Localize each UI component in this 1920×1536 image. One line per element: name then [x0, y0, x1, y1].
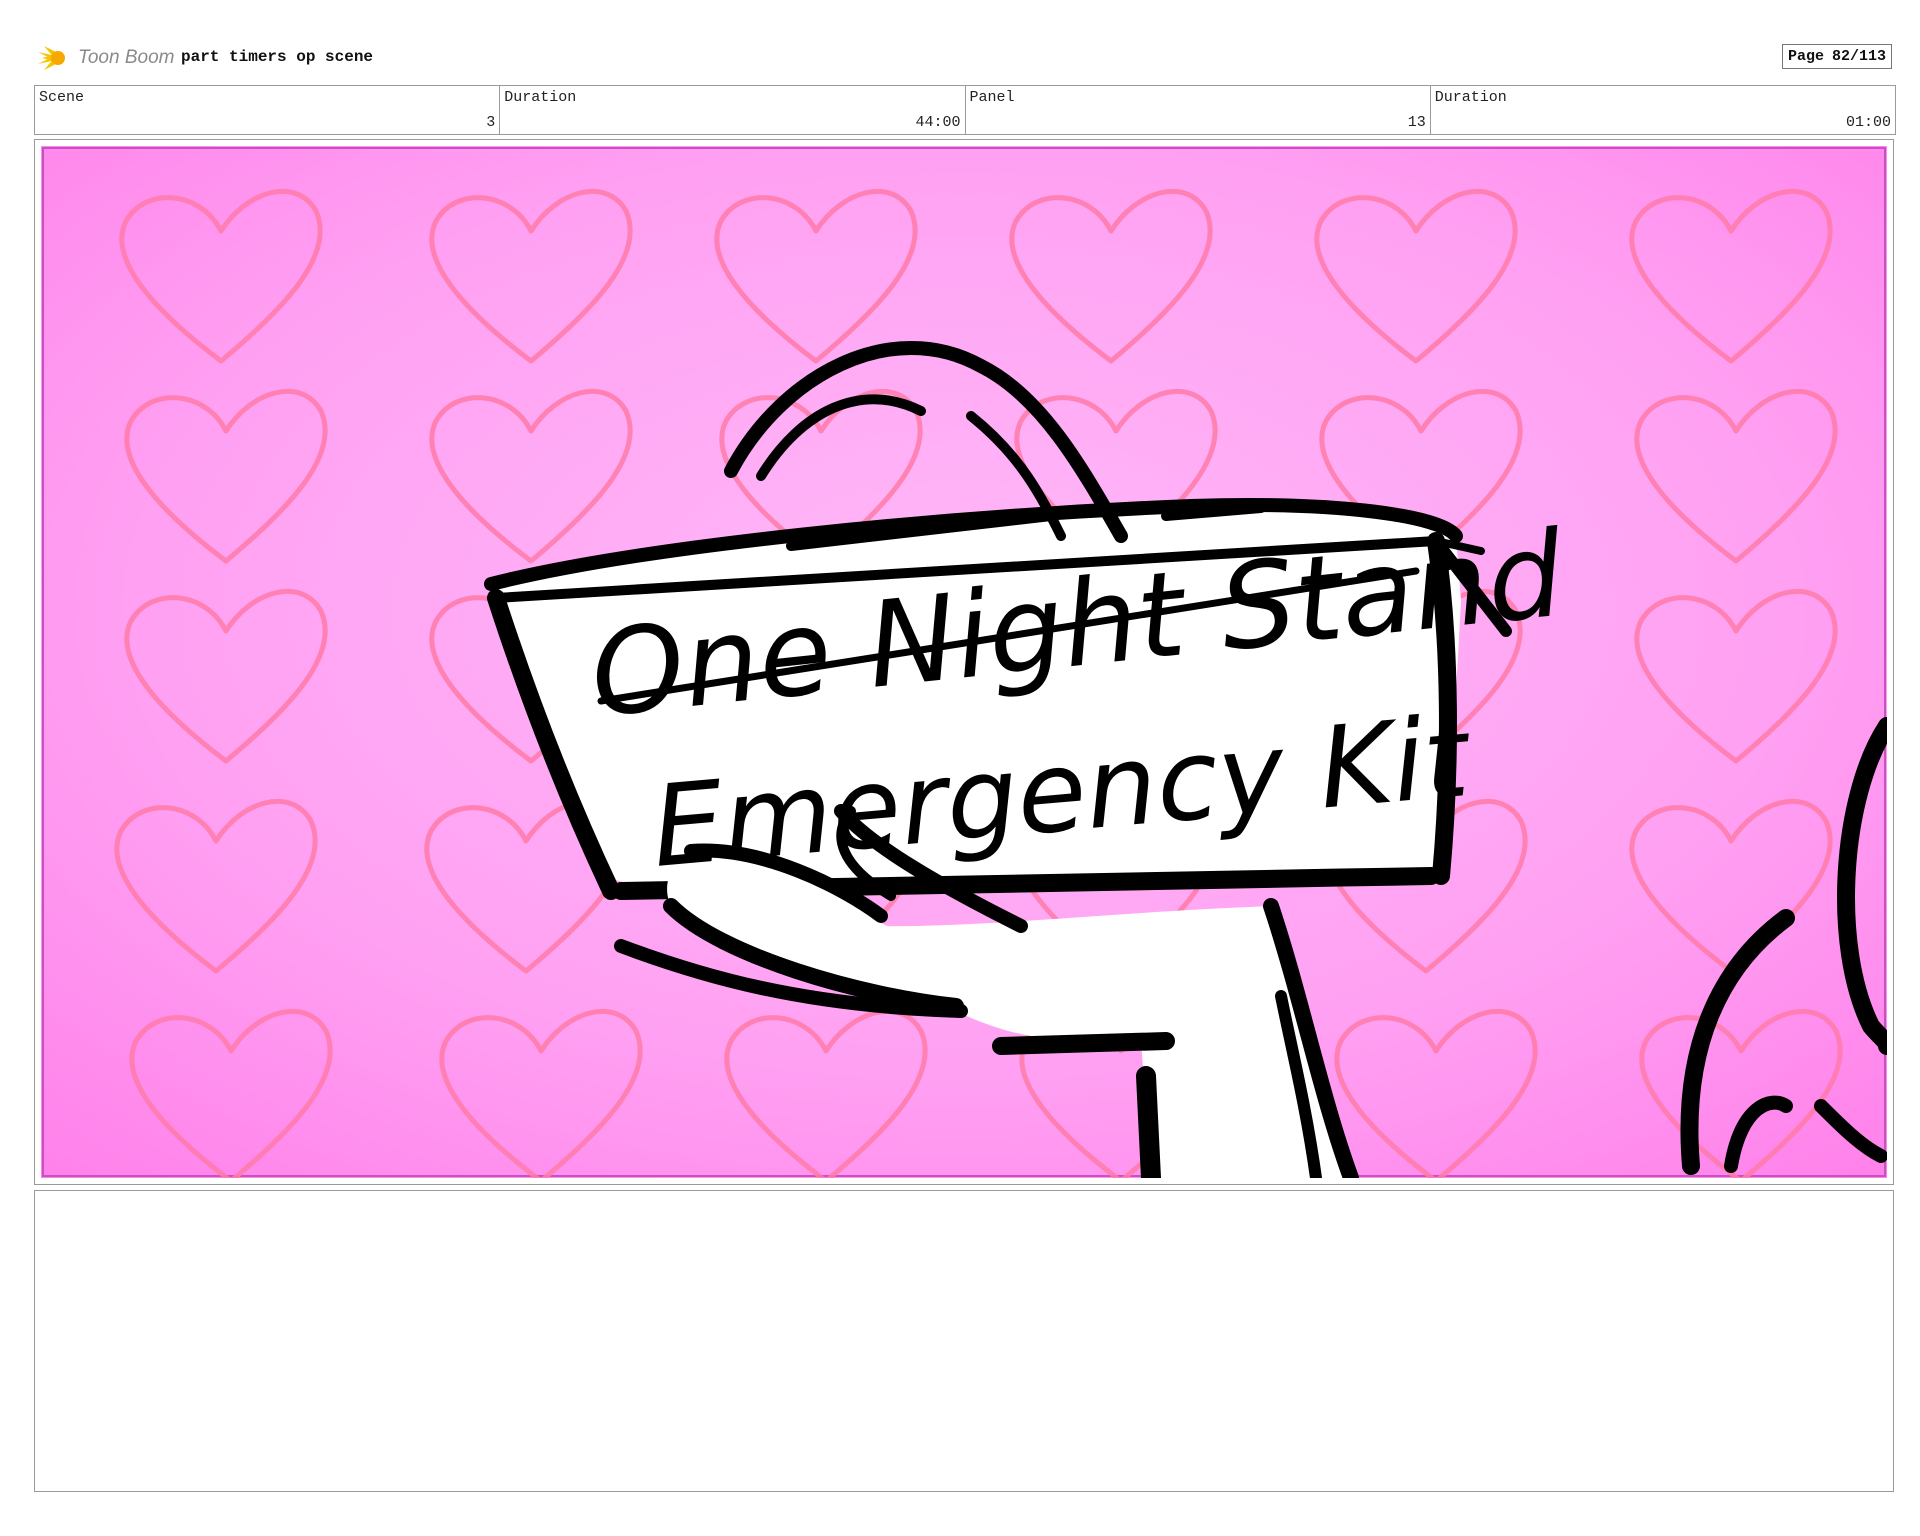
- scene-duration-label: Duration: [504, 89, 577, 106]
- scene-duration-cell: Duration 44:00: [500, 86, 966, 134]
- sun-burst-icon: [38, 46, 65, 70]
- page-indicator: Page 82/113: [1781, 44, 1892, 69]
- panel-drawing: One Night Stand Emergency Kit: [41, 146, 1887, 1178]
- page-label: Page: [1787, 48, 1824, 65]
- panel-duration-value: 01:00: [1845, 114, 1891, 131]
- panel-artwork: One Night Stand Emergency Kit: [41, 146, 1887, 1178]
- panel-duration-label: Duration: [1434, 89, 1507, 106]
- scene-cell: Scene 3: [35, 86, 501, 134]
- panel-info-row: Scene 3 Duration 44:00 Panel 13 Duration…: [34, 85, 1896, 135]
- panel-value: 13: [1407, 114, 1426, 131]
- toon-boom-logo: Toon Boom: [36, 42, 174, 74]
- storyboard-panel: One Night Stand Emergency Kit: [34, 139, 1894, 1185]
- panel-label: Panel: [969, 89, 1015, 106]
- panel-duration-cell: Duration 01:00: [1431, 86, 1895, 134]
- scene-label: Scene: [39, 89, 85, 106]
- scene-duration-value: 44:00: [915, 114, 961, 131]
- page-number: 82/113: [1831, 48, 1886, 65]
- project-title: part timers op scene: [181, 48, 374, 66]
- panel-notes-box: [34, 1190, 1894, 1492]
- storyboard-header: Toon Boom part timers op scene Page 82/1…: [36, 40, 1896, 76]
- panel-cell: Panel 13: [966, 86, 1431, 134]
- scene-value: 3: [486, 114, 496, 131]
- logo-text: Toon Boom: [78, 47, 175, 68]
